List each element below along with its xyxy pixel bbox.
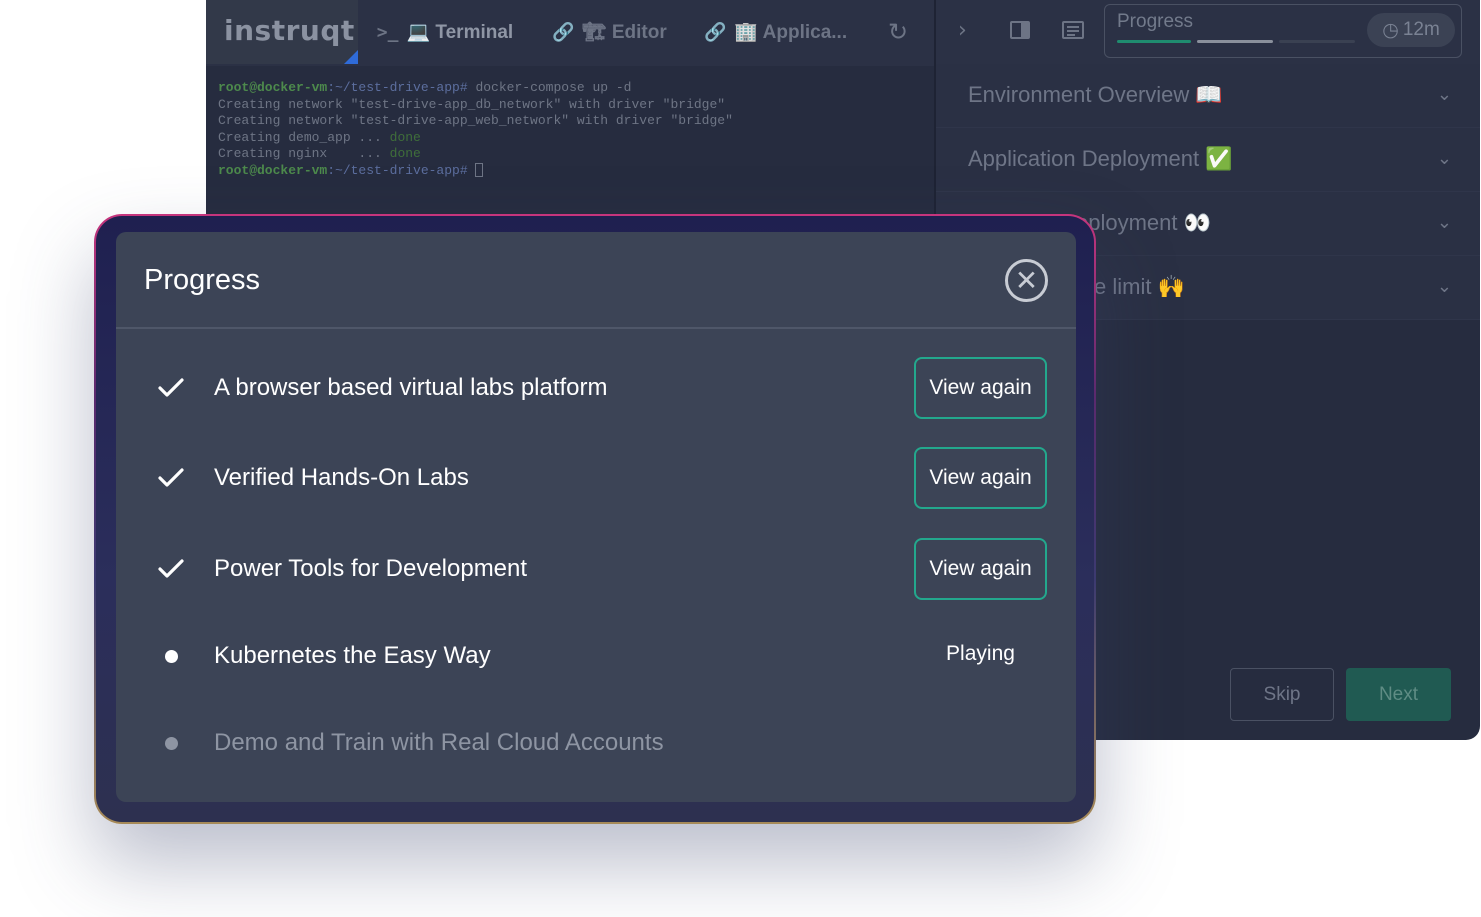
terminal-line: root@docker-vm:~/test-drive-app# docker-…	[218, 80, 632, 95]
accordion-label: Application Deployment ✅	[968, 146, 1233, 171]
terminal-line: Creating network "test-drive-app_web_net…	[218, 113, 733, 128]
active-dot-icon	[156, 625, 186, 687]
chevron-right-icon[interactable]: ›	[958, 18, 967, 43]
notes-icon[interactable]	[1062, 20, 1084, 45]
refresh-icon[interactable]: ↻	[888, 18, 908, 46]
terminal-line: Creating nginx ... done	[218, 146, 421, 161]
logo-accent	[344, 50, 358, 64]
progress-item: Power Tools for Development View again	[116, 538, 1076, 600]
tab-application-label: 🏢 Applica...	[734, 22, 848, 43]
progress-item-label: A browser based virtual labs platform	[214, 374, 608, 401]
progress-item-label: Power Tools for Development	[214, 555, 528, 582]
timer-badge: ◷ 12m	[1367, 13, 1455, 47]
clock-icon: ◷	[1382, 19, 1399, 41]
terminal-line: Creating network "test-drive-app_db_netw…	[218, 96, 726, 112]
chevron-down-icon: ⌄	[1436, 212, 1452, 233]
tab-editor-label: 🏗 Editor	[582, 22, 667, 43]
tab-application[interactable]: 🔗 🏢 Applica...	[704, 0, 847, 64]
tab-terminal[interactable]: >_ 💻 Terminal	[358, 0, 532, 64]
progress-item: Kubernetes the Easy Way Playing	[116, 625, 1076, 687]
skip-button[interactable]: Skip	[1230, 668, 1334, 721]
accordion-item[interactable]: Application Deployment ✅ ⌄	[936, 128, 1480, 192]
check-icon	[156, 357, 186, 419]
progress-segment-done	[1117, 40, 1191, 43]
playing-status: Playing	[946, 642, 1015, 665]
close-icon: ✕	[1014, 263, 1039, 297]
progress-item-label: Verified Hands-On Labs	[214, 464, 469, 491]
link-icon: 🔗	[704, 21, 727, 43]
next-button[interactable]: Next	[1346, 668, 1451, 721]
view-again-button[interactable]: View again	[914, 538, 1047, 600]
logo-box: instruqt	[206, 0, 358, 64]
terminal-prompt-icon: >_	[376, 21, 399, 43]
progress-item-label: Demo and Train with Real Cloud Accounts	[214, 729, 664, 756]
sidebar-toggle-icon[interactable]	[1010, 20, 1030, 45]
progress-item: A browser based virtual labs platform Vi…	[116, 357, 1076, 419]
modal-title: Progress	[144, 264, 261, 296]
accordion-label: e limit 🙌	[1094, 274, 1185, 299]
view-again-button[interactable]: View again	[914, 447, 1047, 509]
check-icon	[156, 538, 186, 600]
chevron-down-icon: ⌄	[1436, 276, 1452, 297]
tab-editor[interactable]: 🔗 🏗 Editor	[552, 0, 667, 64]
progress-modal: Progress ✕ A browser based virtual labs …	[116, 232, 1076, 802]
accordion-item[interactable]: Environment Overview 📖 ⌄	[936, 64, 1480, 128]
pending-dot-icon	[156, 712, 186, 774]
view-again-button[interactable]: View again	[914, 357, 1047, 419]
link-icon: 🔗	[552, 21, 575, 43]
modal-divider	[116, 327, 1076, 329]
tab-terminal-label: 💻 Terminal	[406, 22, 514, 43]
instruqt-logo: instruqt	[224, 14, 355, 47]
close-button[interactable]: ✕	[1005, 259, 1048, 302]
app-header: instruqt >_ 💻 Terminal 🔗 🏗 Editor 🔗 🏢 Ap…	[206, 0, 1480, 66]
chevron-down-icon: ⌄	[1436, 84, 1452, 105]
check-icon	[156, 447, 186, 509]
terminal-line: Creating demo_app ... done	[218, 129, 421, 145]
header-progress-label: Progress	[1117, 11, 1194, 32]
terminal-cursor	[475, 163, 484, 178]
chevron-down-icon: ⌄	[1436, 148, 1452, 169]
progress-segment-active	[1197, 40, 1273, 43]
progress-item: Demo and Train with Real Cloud Accounts	[116, 712, 1076, 774]
terminal-line: root@docker-vm:~/test-drive-app#	[218, 163, 733, 180]
progress-item-label: Kubernetes the Easy Way	[214, 642, 491, 669]
accordion-label: Environment Overview 📖	[968, 82, 1223, 107]
timer-value: 12m	[1402, 19, 1440, 40]
progress-segment-todo	[1279, 40, 1355, 43]
progress-item: Verified Hands-On Labs View again	[116, 447, 1076, 509]
terminal-output[interactable]: root@docker-vm:~/test-drive-app# docker-…	[218, 80, 733, 179]
accordion-label: eployment 👀	[1076, 210, 1212, 235]
header-progress[interactable]: Progress ◷ 12m	[1104, 4, 1462, 58]
